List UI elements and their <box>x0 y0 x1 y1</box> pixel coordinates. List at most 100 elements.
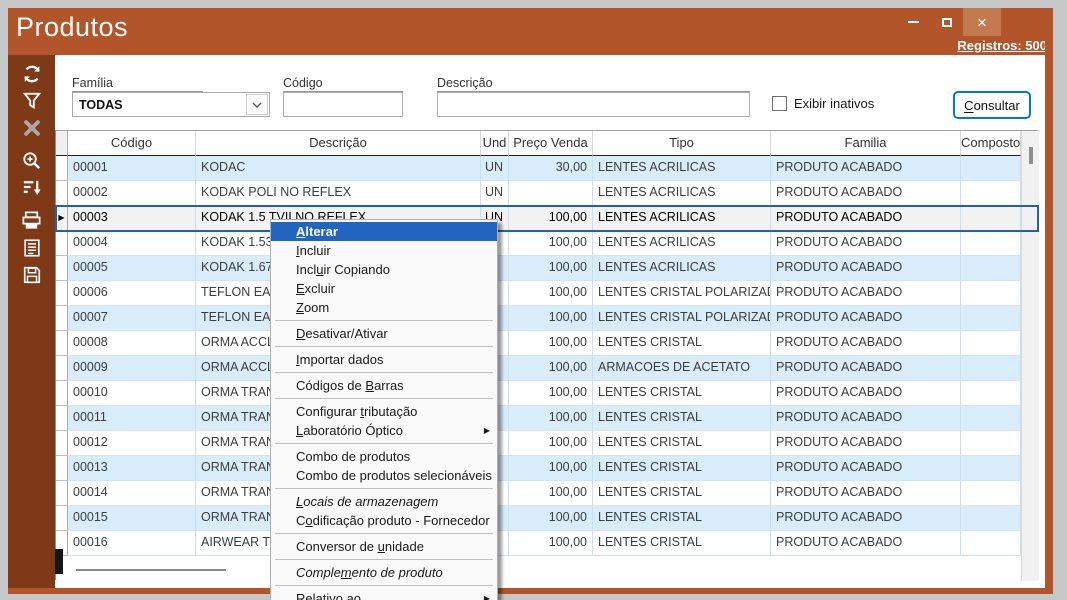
zoom-button[interactable] <box>8 147 55 174</box>
column-header[interactable]: Tipo <box>593 131 771 156</box>
context-menu-item[interactable]: Relativo ao▶ <box>271 589 497 600</box>
table-row[interactable]: 00010ORMA TRANSITI100,00LENTES CRISTALPR… <box>56 381 1038 406</box>
table-cell[interactable]: 100,00 <box>509 256 593 281</box>
table-cell[interactable]: PRODUTO ACABADO <box>771 156 961 181</box>
table-cell[interactable] <box>961 356 1021 381</box>
context-menu-item[interactable]: Locais de armazenagem <box>271 492 497 511</box>
familia-select[interactable]: TODAS <box>72 92 270 117</box>
table-cell[interactable]: 100,00 <box>509 331 593 356</box>
codigo-input[interactable] <box>283 92 403 117</box>
table-row[interactable]: 00011ORMA TRANSITI100,00LENTES CRISTALPR… <box>56 406 1038 431</box>
minimize-button[interactable] <box>897 8 930 36</box>
maximize-button[interactable] <box>930 8 963 36</box>
table-cell[interactable]: PRODUTO ACABADO <box>771 431 961 456</box>
table-cell[interactable]: LENTES ACRILICAS <box>593 181 771 206</box>
table-cell[interactable]: LENTES CRISTAL <box>593 456 771 481</box>
table-cell[interactable]: 100,00 <box>509 481 593 506</box>
context-menu-item[interactable]: Importar dados <box>271 350 497 369</box>
table-cell[interactable]: PRODUTO ACABADO <box>771 481 961 506</box>
table-cell[interactable]: 100,00 <box>509 381 593 406</box>
table-row[interactable]: 00001KODACUN30,00LENTES ACRILICASPRODUTO… <box>56 156 1038 181</box>
context-menu-item[interactable]: Codificação produto - Fornecedor <box>271 511 497 530</box>
table-cell[interactable] <box>961 281 1021 306</box>
table-row[interactable]: 00009ORMA ACCLIMA100,00ARMACOES DE ACETA… <box>56 356 1038 381</box>
table-cell[interactable]: 00007 <box>68 306 196 331</box>
table-cell[interactable]: LENTES CRISTAL POLARIZADAS <box>593 306 771 331</box>
table-cell[interactable]: LENTES CRISTAL <box>593 431 771 456</box>
table-cell[interactable]: 100,00 <box>509 231 593 256</box>
familia-dropdown-button[interactable] <box>246 94 268 115</box>
table-cell[interactable]: 00008 <box>68 331 196 356</box>
column-header[interactable]: Preço Venda <box>509 131 593 156</box>
column-header[interactable]: Familia <box>771 131 961 156</box>
table-row[interactable]: 00004KODAK 1.53 NO100,00LENTES ACRILICAS… <box>56 231 1038 256</box>
table-row[interactable]: 00015ORMA TRANSITI100,00LENTES CRISTALPR… <box>56 506 1038 531</box>
table-row[interactable]: ▶00003KODAK 1.5 TVII NO REFLEXUN100,00LE… <box>56 206 1038 231</box>
context-menu-item[interactable]: Combo de produtos <box>271 447 497 466</box>
table-row[interactable]: 00008ORMA ACCLIMA100,00LENTES CRISTALPRO… <box>56 331 1038 356</box>
table-cell[interactable]: PRODUTO ACABADO <box>771 456 961 481</box>
table-cell[interactable]: LENTES ACRILICAS <box>593 231 771 256</box>
table-cell[interactable]: 00010 <box>68 381 196 406</box>
table-cell[interactable]: 100,00 <box>509 456 593 481</box>
table-row[interactable]: 00012ORMA TRANSITI100,00LENTES CRISTALPR… <box>56 431 1038 456</box>
context-menu-item[interactable]: Complemento de produto <box>271 563 497 582</box>
table-cell[interactable]: 00005 <box>68 256 196 281</box>
table-cell[interactable] <box>961 156 1021 181</box>
column-header[interactable]: Composto <box>961 131 1021 156</box>
table-cell[interactable]: LENTES ACRILICAS <box>593 206 771 231</box>
context-menu-item[interactable]: Incluir <box>271 241 497 260</box>
table-cell[interactable]: 100,00 <box>509 206 593 231</box>
table-cell[interactable]: 00015 <box>68 506 196 531</box>
table-cell[interactable] <box>961 231 1021 256</box>
table-cell[interactable]: PRODUTO ACABADO <box>771 231 961 256</box>
table-cell[interactable]: LENTES CRISTAL POLARIZADAS <box>593 281 771 306</box>
table-cell[interactable] <box>961 531 1021 556</box>
table-cell[interactable] <box>961 181 1021 206</box>
table-cell[interactable]: UN <box>481 181 509 206</box>
table-cell[interactable]: 00013 <box>68 456 196 481</box>
cancel-button[interactable] <box>8 114 55 141</box>
table-cell[interactable]: PRODUTO ACABADO <box>771 306 961 331</box>
table-row[interactable]: 00016AIRWEAR TRANS100,00LENTES CRISTALPR… <box>56 531 1038 556</box>
save-button[interactable] <box>8 261 55 288</box>
table-cell[interactable]: 100,00 <box>509 531 593 556</box>
column-header[interactable]: Und <box>481 131 509 156</box>
table-cell[interactable] <box>961 431 1021 456</box>
table-cell[interactable]: LENTES ACRILICAS <box>593 156 771 181</box>
table-cell[interactable]: 100,00 <box>509 306 593 331</box>
context-menu-item[interactable]: Incluir Copiando <box>271 260 497 279</box>
table-cell[interactable]: ARMACOES DE ACETATO <box>593 356 771 381</box>
table-cell[interactable]: 100,00 <box>509 506 593 531</box>
table-cell[interactable]: 100,00 <box>509 356 593 381</box>
exibir-inativos-checkbox[interactable] <box>772 96 787 111</box>
table-cell[interactable] <box>961 306 1021 331</box>
table-row[interactable]: 00007TEFLON EASY CA100,00LENTES CRISTAL … <box>56 306 1038 331</box>
table-cell[interactable]: PRODUTO ACABADO <box>771 256 961 281</box>
context-menu-item[interactable]: Alterar <box>271 222 497 241</box>
table-cell[interactable] <box>961 381 1021 406</box>
table-cell[interactable]: UN <box>481 156 509 181</box>
table-cell[interactable] <box>961 256 1021 281</box>
table-row[interactable]: 00002KODAK POLI NO REFLEXUNLENTES ACRILI… <box>56 181 1038 206</box>
table-cell[interactable]: 30,00 <box>509 156 593 181</box>
descricao-input[interactable] <box>437 92 750 117</box>
context-menu-item[interactable]: Configurar tributação <box>271 402 497 421</box>
table-cell[interactable]: 00016 <box>68 531 196 556</box>
table-cell[interactable] <box>961 456 1021 481</box>
table-cell[interactable]: PRODUTO ACABADO <box>771 531 961 556</box>
context-menu-item[interactable]: Excluir <box>271 279 497 298</box>
table-cell[interactable] <box>961 506 1021 531</box>
table-cell[interactable]: PRODUTO ACABADO <box>771 206 961 231</box>
column-header[interactable]: Descrição <box>196 131 481 156</box>
table-cell[interactable] <box>961 331 1021 356</box>
horizontal-scrollbar[interactable] <box>56 556 1021 581</box>
refresh-button[interactable] <box>8 60 55 87</box>
table-cell[interactable]: 00006 <box>68 281 196 306</box>
table-row[interactable]: 00006TEFLON EASY CA100,00LENTES CRISTAL … <box>56 281 1038 306</box>
filter-button[interactable] <box>8 87 55 114</box>
table-cell[interactable]: LENTES CRISTAL <box>593 481 771 506</box>
table-row[interactable]: 00014ORMA TRANSITI100,00LENTES CRISTALPR… <box>56 481 1038 506</box>
table-cell[interactable]: 00009 <box>68 356 196 381</box>
context-menu-item[interactable]: Desativar/Ativar <box>271 324 497 343</box>
